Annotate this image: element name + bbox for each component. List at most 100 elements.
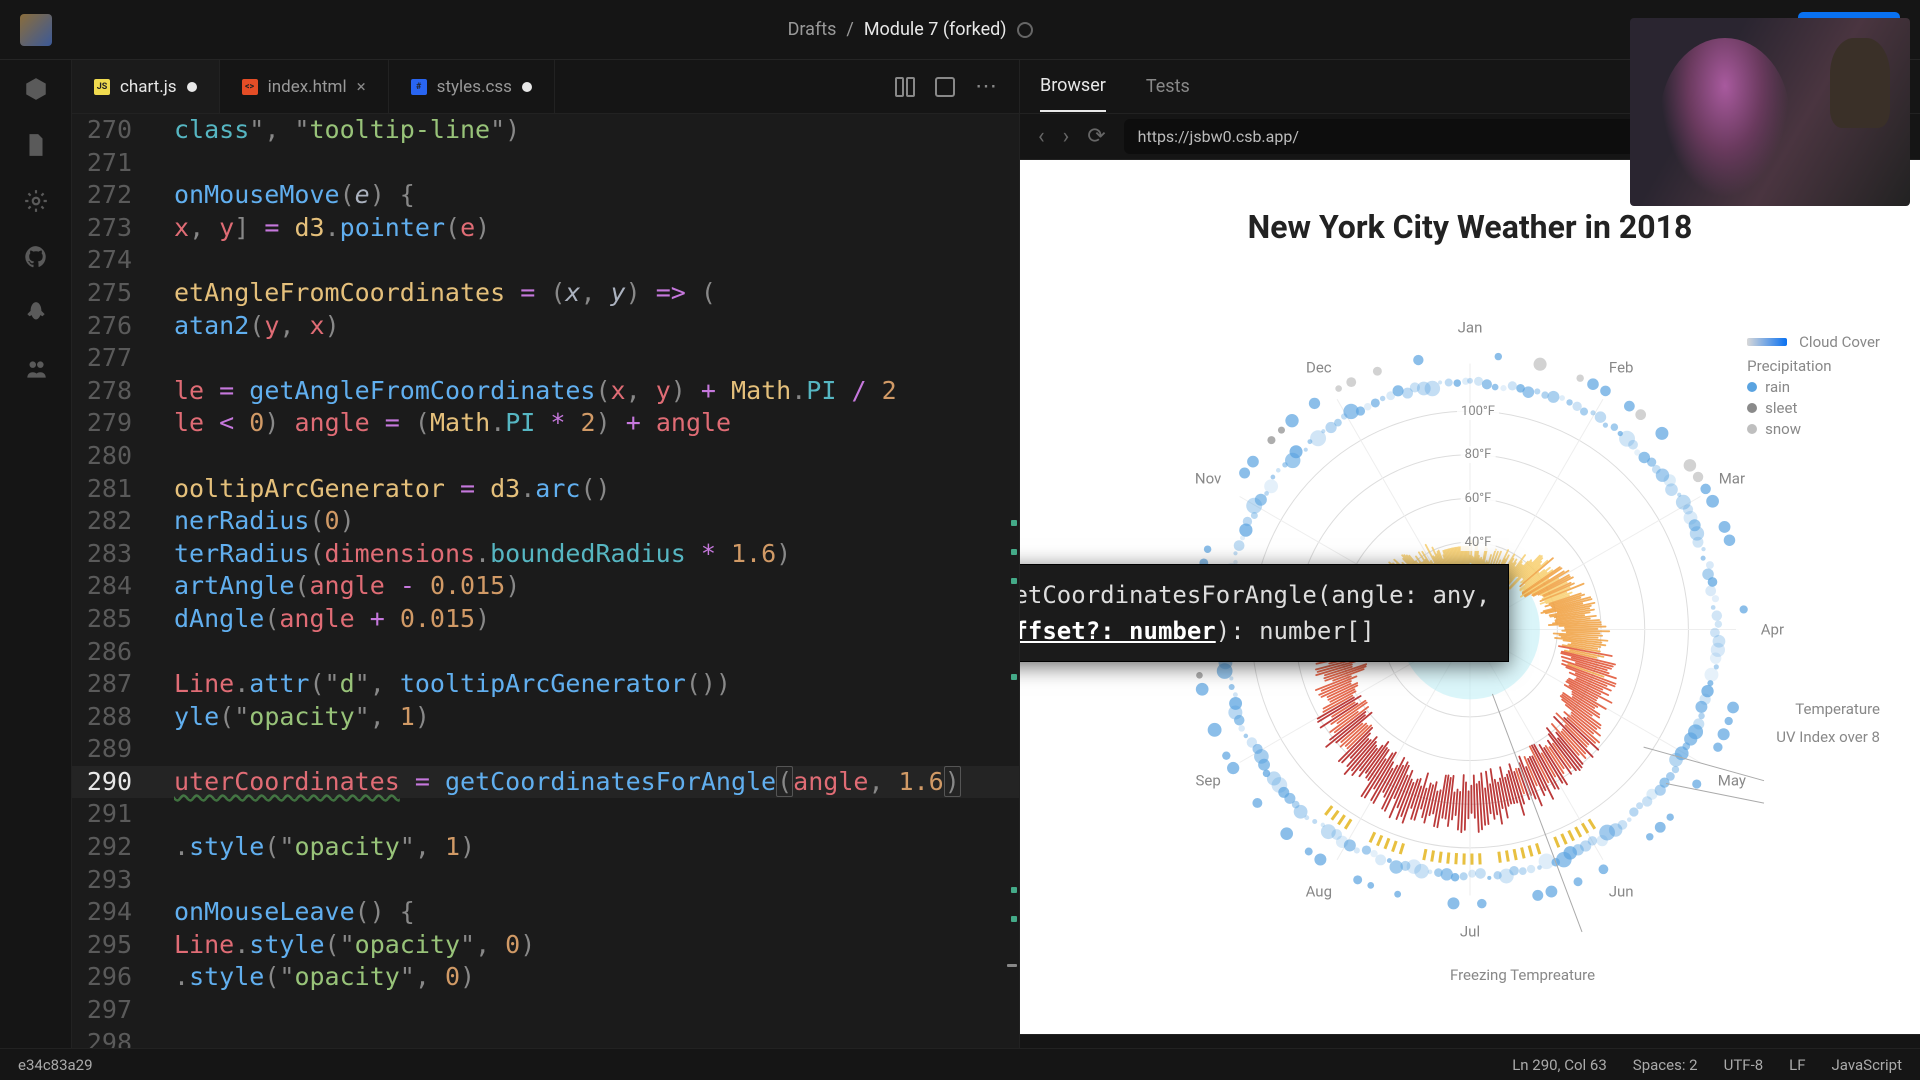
code-line[interactable]: 271 (72, 147, 1019, 180)
code-line[interactable]: 278le = getAngleFromCoordinates(x, y) + … (72, 375, 1019, 408)
sandbox-icon[interactable] (23, 76, 49, 102)
code-editor[interactable]: 270class", "tooltip-line")271272onMouseM… (72, 114, 1019, 1080)
code-line[interactable]: 289 (72, 733, 1019, 766)
month-label: Mar (1719, 469, 1745, 487)
toggle-panel-icon[interactable] (935, 77, 955, 97)
code-line[interactable]: 277 (72, 342, 1019, 375)
breadcrumb-sep: / (846, 19, 853, 40)
code-line[interactable]: 293 (72, 864, 1019, 897)
code-line[interactable]: 273x, y] = d3.pointer(e) (72, 212, 1019, 245)
code-line[interactable]: 288yle("opacity", 1) (72, 701, 1019, 734)
line-number: 293 (72, 864, 162, 897)
legend-row: rain (1747, 378, 1880, 396)
overview-ruler[interactable] (1005, 114, 1019, 1080)
live-icon[interactable] (23, 356, 49, 382)
legend-label: sleet (1765, 399, 1797, 417)
code-line[interactable]: 274 (72, 244, 1019, 277)
file-tab[interactable]: JSchart.js (72, 60, 220, 113)
breadcrumb-drafts[interactable]: Drafts (788, 19, 837, 40)
code-line[interactable]: 283terRadius(dimensions.boundedRadius * … (72, 538, 1019, 571)
settings-icon[interactable] (23, 188, 49, 214)
sig-active-param: offset?: number (1020, 617, 1216, 645)
more-actions-icon[interactable]: ⋯ (975, 74, 999, 99)
code-content: artAngle(angle - 0.015) (162, 570, 520, 603)
nav-back-icon[interactable]: ‹ (1038, 124, 1045, 149)
code-line[interactable]: 280 (72, 440, 1019, 473)
code-line[interactable]: 276atan2(y, x) (72, 310, 1019, 343)
frozen-icon[interactable] (1017, 22, 1033, 38)
close-tab-icon[interactable]: × (357, 77, 366, 97)
code-line[interactable]: 292.style("opacity", 1) (72, 831, 1019, 864)
line-number: 270 (72, 114, 162, 147)
line-number: 272 (72, 179, 162, 212)
code-line[interactable]: 296.style("opacity", 0) (72, 961, 1019, 994)
tab-tests[interactable]: Tests (1146, 62, 1190, 111)
signature-help-popup: getCoordinatesForAngle(angle: any, offse… (1020, 564, 1509, 662)
code-line[interactable]: 284artAngle(angle - 0.015) (72, 570, 1019, 603)
code-line[interactable]: 285dAngle(angle + 0.015) (72, 603, 1019, 636)
chart-legend: Cloud Cover Precipitation rainsleetsnow (1747, 330, 1880, 438)
code-content: atan2(y, x) (162, 310, 340, 343)
status-spaces[interactable]: Spaces: 2 (1633, 1056, 1698, 1074)
code-line[interactable]: 282nerRadius(0) (72, 505, 1019, 538)
code-content: .style("opacity", 1) (162, 831, 475, 864)
webcam-background-object (1830, 38, 1890, 128)
reload-icon[interactable]: ⟳ (1087, 124, 1105, 149)
code-line[interactable]: 279le < 0) angle = (Math.PI * 2) + angle (72, 407, 1019, 440)
code-line[interactable]: 272onMouseMove(e) { (72, 179, 1019, 212)
month-label: Nov (1195, 469, 1221, 487)
line-number: 271 (72, 147, 162, 180)
code-line[interactable]: 287Line.attr("d", tooltipArcGenerator()) (72, 668, 1019, 701)
code-content: ooltipArcGenerator = d3.arc() (162, 473, 611, 506)
webcam-person (1660, 38, 1790, 198)
month-label: Apr (1761, 620, 1784, 638)
dirty-indicator-icon (187, 82, 197, 92)
line-number: 286 (72, 636, 162, 669)
status-eol[interactable]: LF (1789, 1056, 1805, 1074)
radial-tick-label: 60°F (1461, 490, 1496, 507)
line-number: 295 (72, 929, 162, 962)
code-line[interactable]: 297 (72, 994, 1019, 1027)
line-number: 280 (72, 440, 162, 473)
line-number: 288 (72, 701, 162, 734)
nav-forward-icon[interactable]: › (1063, 124, 1070, 149)
code-content: onMouseMove(e) { (162, 179, 415, 212)
file-tab-label: chart.js (120, 77, 177, 97)
status-commit[interactable]: e34c83a29 (18, 1056, 93, 1074)
status-lang[interactable]: JavaScript (1832, 1056, 1902, 1074)
code-line[interactable]: 275etAngleFromCoordinates = (x, y) => ( (72, 277, 1019, 310)
code-line[interactable]: 281ooltipArcGenerator = d3.arc() (72, 473, 1019, 506)
editor-tabs-actions: ⋯ (895, 60, 1019, 113)
code-line[interactable]: 291 (72, 798, 1019, 831)
status-cursor[interactable]: Ln 290, Col 63 (1512, 1056, 1607, 1074)
code-content: uterCoordinates = getCoordinatesForAngle… (162, 766, 1019, 799)
code-line[interactable]: 270class", "tooltip-line") (72, 114, 1019, 147)
file-tab[interactable]: <>index.html× (220, 60, 389, 113)
code-content: .style("opacity", 0) (162, 961, 475, 994)
legend-label: snow (1765, 420, 1801, 438)
code-content (162, 864, 174, 897)
line-number: 282 (72, 505, 162, 538)
webcam-overlay[interactable] (1630, 18, 1910, 206)
code-content: x, y] = d3.pointer(e) (162, 212, 490, 245)
file-tab[interactable]: #styles.css (389, 60, 555, 113)
status-encoding[interactable]: UTF-8 (1724, 1056, 1764, 1074)
month-label: Jan (1458, 318, 1483, 336)
line-number: 273 (72, 212, 162, 245)
code-line[interactable]: 295Line.style("opacity", 0) (72, 929, 1019, 962)
github-icon[interactable] (23, 244, 49, 270)
code-line[interactable]: 286 (72, 636, 1019, 669)
file-tab-label: index.html (268, 77, 347, 97)
sig-line2-post: ): number[] (1216, 617, 1375, 645)
month-label: Jun (1609, 882, 1634, 900)
code-content: Line.attr("d", tooltipArcGenerator()) (162, 668, 731, 701)
breadcrumb-project[interactable]: Module 7 (forked) (864, 19, 1007, 40)
code-content (162, 636, 174, 669)
code-line[interactable]: 294onMouseLeave() { (72, 896, 1019, 929)
explorer-icon[interactable] (23, 132, 49, 158)
split-editor-icon[interactable] (895, 77, 915, 97)
tab-browser[interactable]: Browser (1040, 61, 1106, 112)
deploy-icon[interactable] (23, 300, 49, 326)
code-line[interactable]: 290uterCoordinates = getCoordinatesForAn… (72, 766, 1019, 799)
workspace-avatar[interactable] (20, 14, 52, 46)
